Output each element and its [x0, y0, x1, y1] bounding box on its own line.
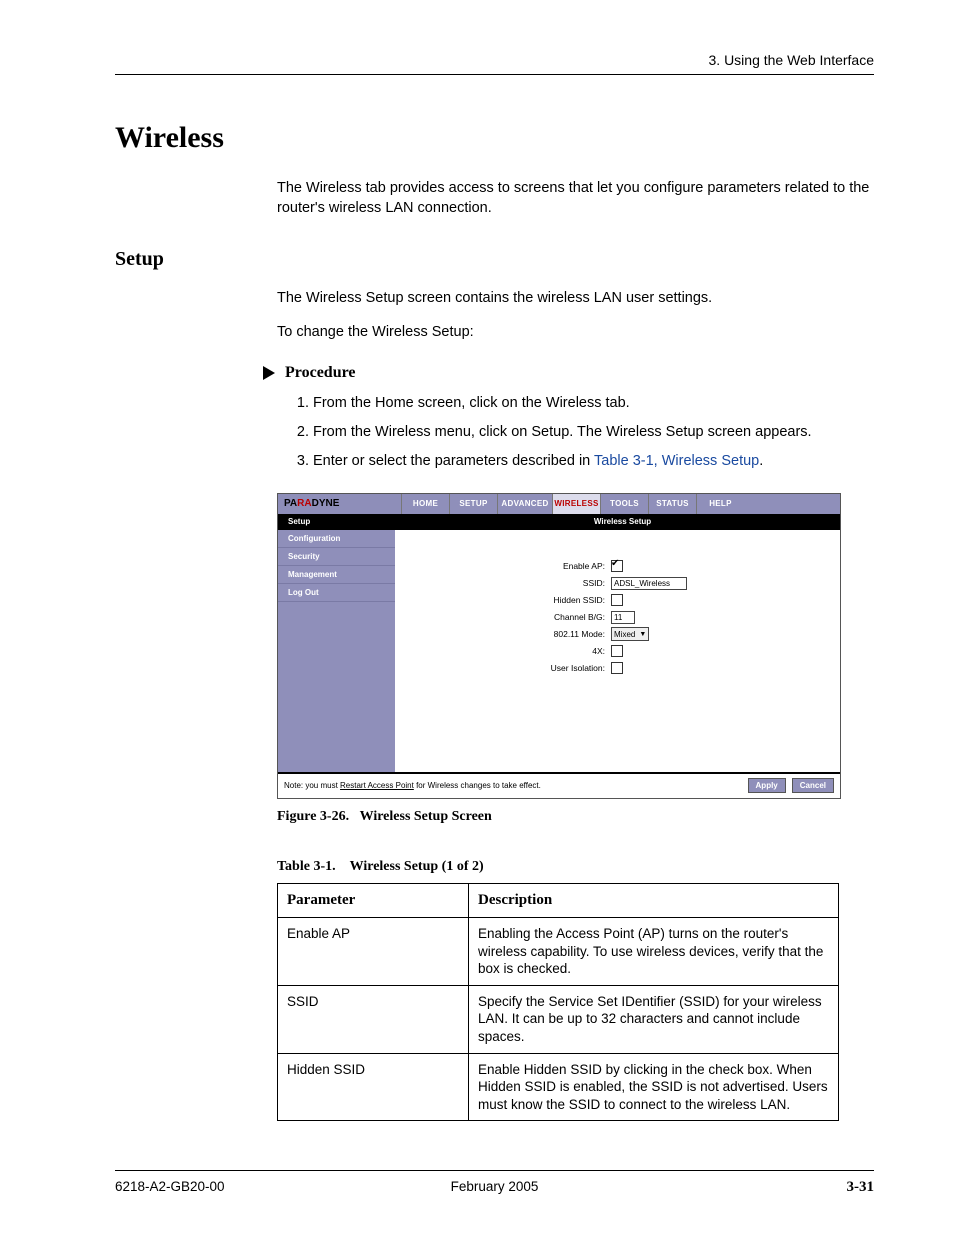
- input-channel[interactable]: 11: [611, 611, 635, 624]
- tab-tools[interactable]: TOOLS: [600, 494, 648, 514]
- procedure-label: Procedure: [285, 364, 356, 382]
- label-user-isolation: User Isolation:: [405, 663, 611, 673]
- sidebar-item-management[interactable]: Management: [278, 566, 395, 584]
- setup-paragraph-1: The Wireless Setup screen contains the w…: [277, 289, 874, 309]
- checkbox-hidden-ssid[interactable]: [611, 594, 623, 606]
- apply-button[interactable]: Apply: [748, 778, 786, 793]
- triangle-icon: [263, 366, 275, 380]
- label-channel: Channel B/G:: [405, 612, 611, 622]
- blackbar-title: Wireless Setup: [405, 514, 840, 530]
- tab-advanced[interactable]: ADVANCED: [497, 494, 552, 514]
- brand-logo: PARADYNE: [278, 494, 401, 514]
- footer-note: Note: you must Restart Access Point for …: [284, 781, 742, 790]
- chevron-down-icon: ▼: [639, 631, 646, 638]
- section-heading: Setup: [115, 248, 874, 271]
- select-mode[interactable]: Mixed▼: [611, 627, 649, 641]
- step-1: From the Home screen, click on the Wirel…: [313, 394, 874, 413]
- wireless-setup-screenshot: PARADYNE HOME SETUP ADVANCED WIRELESS TO…: [277, 493, 841, 799]
- parameters-table: Parameter Description Enable AP Enabling…: [277, 883, 839, 1121]
- col-parameter: Parameter: [278, 883, 469, 918]
- footer-date: February 2005: [368, 1179, 621, 1196]
- tab-help[interactable]: HELP: [696, 494, 744, 514]
- step-3-text: Enter or select the parameters described…: [313, 453, 594, 469]
- setup-paragraph-2: To change the Wireless Setup:: [277, 323, 874, 343]
- tab-status[interactable]: STATUS: [648, 494, 696, 514]
- table-row: Enable AP Enabling the Access Point (AP)…: [278, 918, 839, 986]
- label-enable-ap: Enable AP:: [405, 561, 611, 571]
- label-hidden-ssid: Hidden SSID:: [405, 595, 611, 605]
- blackbar-left: Setup: [278, 514, 405, 530]
- checkbox-user-isolation[interactable]: [611, 662, 623, 674]
- footer-page: 3-31: [621, 1179, 874, 1196]
- sidebar-item-configuration[interactable]: Configuration: [278, 530, 395, 548]
- sidebar-item-logout[interactable]: Log Out: [278, 584, 395, 602]
- table-caption: Table 3-1. Wireless Setup (1 of 2): [277, 859, 874, 875]
- table-xref-link[interactable]: Table 3-1, Wireless Setup: [594, 453, 759, 469]
- table-row: Hidden SSID Enable Hidden SSID by clicki…: [278, 1053, 839, 1121]
- running-header: 3. Using the Web Interface: [115, 52, 874, 75]
- checkbox-enable-ap[interactable]: [611, 560, 623, 572]
- step-3-tail: .: [759, 453, 763, 469]
- label-mode: 802.11 Mode:: [405, 629, 611, 639]
- tab-wireless[interactable]: WIRELESS: [552, 494, 600, 514]
- step-3: Enter or select the parameters described…: [313, 452, 874, 471]
- intro-paragraph: The Wireless tab provides access to scre…: [277, 179, 874, 218]
- table-row: SSID Specify the Service Set IDentifier …: [278, 985, 839, 1053]
- col-description: Description: [469, 883, 839, 918]
- cancel-button[interactable]: Cancel: [792, 778, 834, 793]
- footer-doc-id: 6218-A2-GB20-00: [115, 1179, 368, 1196]
- input-ssid[interactable]: ADSL_Wireless: [611, 577, 687, 590]
- tab-setup[interactable]: SETUP: [449, 494, 497, 514]
- checkbox-4x[interactable]: [611, 645, 623, 657]
- label-4x: 4X:: [405, 646, 611, 656]
- page-title: Wireless: [115, 121, 874, 155]
- step-2: From the Wireless menu, click on Setup. …: [313, 423, 874, 442]
- restart-ap-link[interactable]: Restart Access Point: [340, 781, 414, 790]
- sidebar-item-security[interactable]: Security: [278, 548, 395, 566]
- tab-home[interactable]: HOME: [401, 494, 449, 514]
- label-ssid: SSID:: [405, 578, 611, 588]
- figure-caption: Figure 3-26. Wireless Setup Screen: [277, 809, 874, 825]
